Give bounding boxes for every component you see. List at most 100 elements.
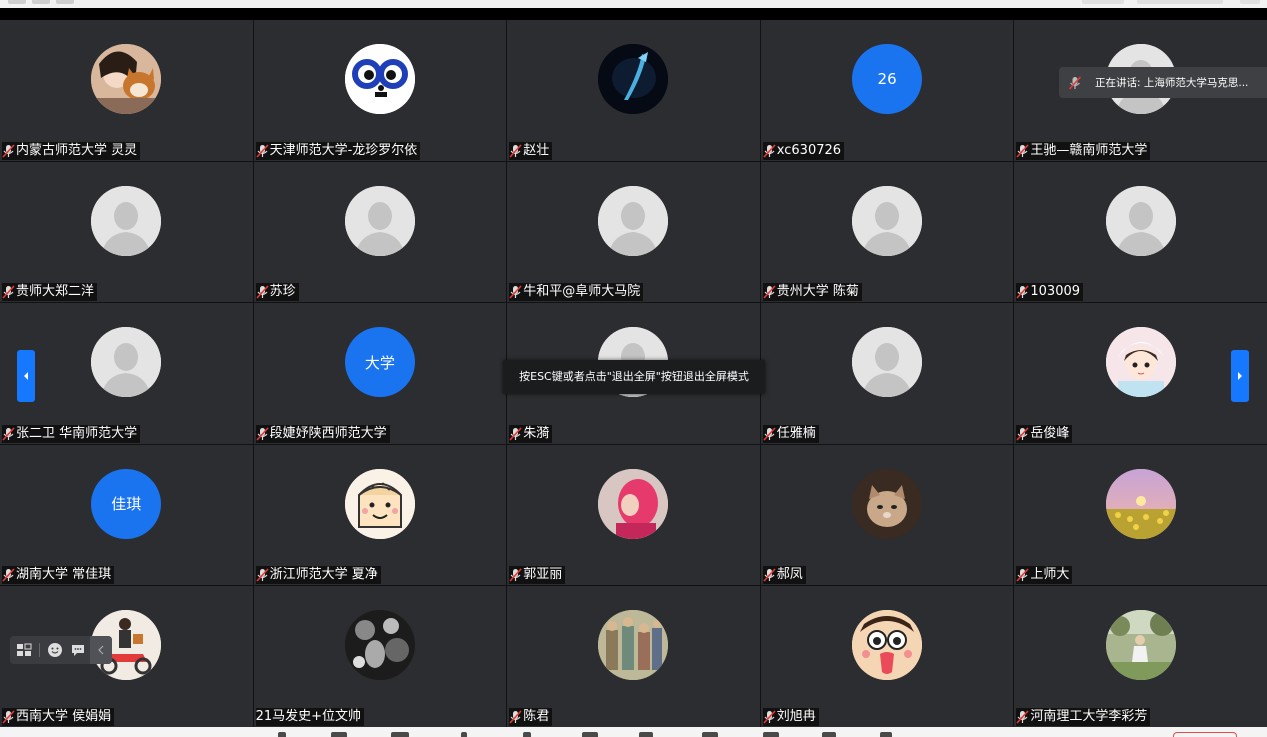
participant-name-text: 岳俊峰 [1030,425,1070,441]
participant-tile[interactable]: 103009 [1014,161,1267,303]
participant-name: 刘旭冉 [762,708,819,726]
apps-icon[interactable] [702,732,718,737]
avatar [1105,327,1176,398]
top-bar-button[interactable] [56,0,74,4]
participant-name: 西南大学 侯娟娟 [2,708,115,726]
participant-tile[interactable]: 浙江师范大学 夏净 [253,444,507,586]
fullscreen-tooltip: 按ESC键或者点击"退出全屏"按钮退出全屏模式 [503,360,765,394]
participant-name-text: 103009 [1030,284,1081,300]
avatar [1105,185,1176,256]
settings-icon[interactable] [763,732,779,737]
document-icon[interactable] [822,732,836,737]
avatar [598,610,669,681]
participant-name: 21马发史+位文帅 [255,708,365,726]
mic-control-icon[interactable] [278,732,286,737]
avatar: 大学 [344,327,415,398]
participant-tile[interactable]: 陈君 [507,586,760,727]
participant-name: 103009 [1016,283,1084,302]
chat-control-icon[interactable] [582,732,598,737]
mic-muted-icon [2,710,15,724]
collapse-toolbar-button[interactable] [90,636,112,664]
participant-name-text: 赵壮 [523,142,550,158]
participant-tile[interactable]: 苏珍 [253,161,507,303]
mic-muted-icon [509,285,522,299]
prev-page-button[interactable] [17,350,35,402]
participant-name: 朱漪 [509,424,553,443]
participant-tile[interactable]: 河南理工大学李彩芳 [1014,586,1267,727]
participant-tile[interactable]: 任雅楠 [760,303,1014,444]
participant-name-text: 21马发史+位文帅 [255,709,362,724]
participant-tile[interactable]: 上师大 [1014,444,1267,586]
more-icon[interactable] [880,732,892,737]
emoji-icon[interactable] [47,642,63,658]
video-control-icon[interactable] [331,732,347,737]
avatar: 佳琪 [91,468,162,539]
chevron-left-icon [24,372,28,380]
speaking-text: 正在讲话: 上海师范大学马克思... [1095,77,1249,89]
mic-muted-icon [509,427,522,441]
participant-tile[interactable]: 贵师大郑二洋 [0,161,253,303]
participant-tile[interactable]: 贵州大学 陈菊 [760,161,1014,303]
chevron-left-icon [98,645,104,655]
avatar [91,44,162,114]
participant-tile[interactable]: 张二卫 华南师范大学 [0,303,253,444]
participant-name: 郝凤 [762,566,806,585]
participant-name-text: 天津师范大学-龙珍罗尔依 [269,142,418,158]
chat-icon[interactable] [70,642,86,658]
participant-name-text: 浙江师范大学 夏净 [269,567,378,583]
participant-name: 郭亚丽 [509,566,566,585]
participant-tile[interactable]: 郭亚丽 [507,444,760,586]
mic-muted-icon [256,144,269,158]
participant-name-text: xc630726 [776,142,842,158]
avatar [598,44,669,114]
avatar-initials: 大学 [364,353,395,372]
participant-name: 浙江师范大学 夏净 [255,566,381,585]
invite-icon[interactable] [523,732,531,737]
participant-tile[interactable]: 郝凤 [760,444,1014,586]
top-bar-button[interactable] [1137,0,1223,4]
mic-muted-icon [2,568,15,582]
mic-muted-icon [1016,710,1029,724]
top-bar-button[interactable] [1240,0,1260,4]
top-bar-button[interactable] [1082,0,1124,4]
mic-muted-icon [509,710,522,724]
participant-tile[interactable]: 26 xc630726 [760,20,1014,161]
leave-meeting-button[interactable] [1173,732,1237,737]
avatar [852,610,923,681]
mic-muted-icon [256,427,269,441]
participant-name: 贵师大郑二洋 [2,283,98,302]
mic-muted-icon [2,285,15,299]
participant-name: 牛和平@阜师大马院 [509,283,644,302]
top-bar-button[interactable] [8,0,26,4]
participant-name: 内蒙古师范大学 灵灵 [2,141,141,160]
participant-tile[interactable]: 内蒙古师范大学 灵灵 [0,20,253,161]
record-icon[interactable] [639,732,653,737]
header-band [0,8,1267,20]
participant-name-text: 张二卫 华南师范大学 [16,425,138,441]
participant-name: 陈君 [509,708,553,726]
participant-tile[interactable]: 赵壮 [507,20,760,161]
participant-tile[interactable]: 21马发史+位文帅 [253,586,507,727]
layout-grid-icon[interactable] [16,642,32,658]
participant-tile[interactable]: 天津师范大学-龙珍罗尔依 [253,20,507,161]
next-page-button[interactable] [1231,350,1249,402]
participant-tile[interactable]: 刘旭冉 [760,586,1014,727]
speaking-indicator: 正在讲话: 上海师范大学马克思... [1059,67,1267,98]
participant-tile[interactable]: 牛和平@阜师大马院 [507,161,760,303]
avatar [344,468,415,539]
participant-name-text: 河南理工大学李彩芳 [1030,709,1148,724]
mic-muted-icon [1016,427,1029,441]
participant-name: 湖南大学 常佳琪 [2,566,115,585]
participant-tile[interactable]: 大学 段婕妤陕西师范大学 [253,303,507,444]
bottom-control-bar [0,727,1267,737]
top-bar-button[interactable] [32,0,50,4]
participant-tile[interactable]: 佳琪 湖南大学 常佳琪 [0,444,253,586]
avatar [344,610,415,681]
participants-icon[interactable] [461,732,467,737]
participant-tile[interactable]: 岳俊峰 [1014,303,1267,444]
share-screen-icon[interactable] [391,732,409,737]
participant-name: 岳俊峰 [1016,424,1073,443]
mic-muted-icon [763,285,776,299]
participant-name-text: 西南大学 侯娟娟 [16,709,112,724]
participant-name: 苏珍 [255,283,299,302]
